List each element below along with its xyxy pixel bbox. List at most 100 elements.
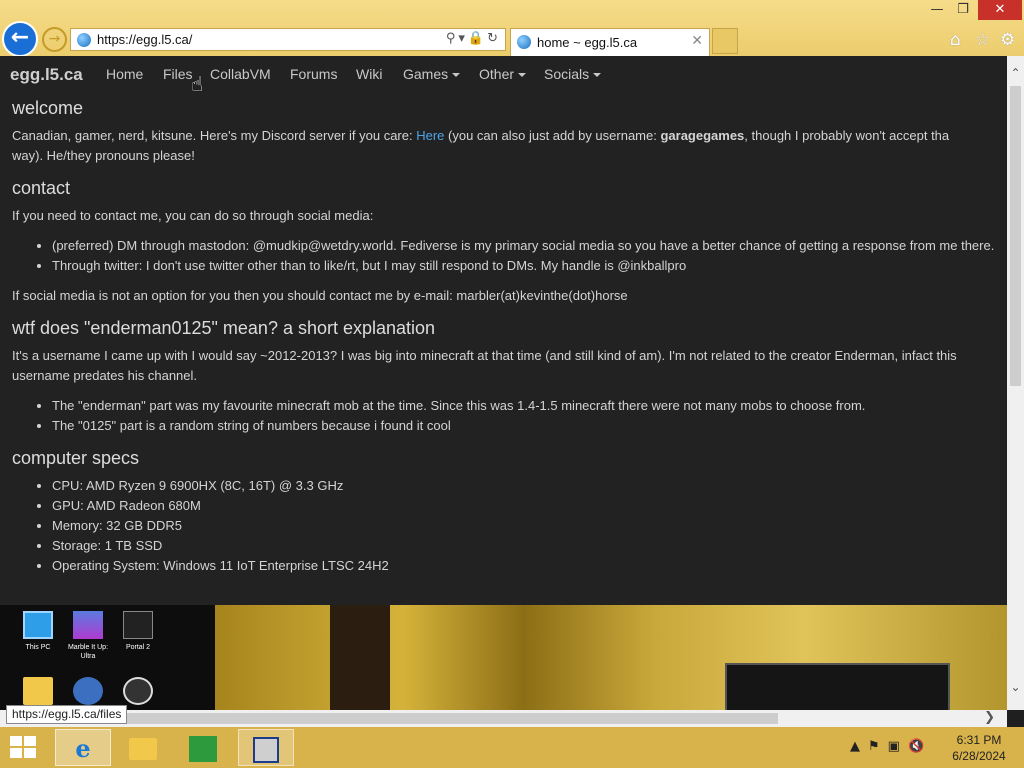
close-window-button[interactable]: ✕	[978, 0, 1022, 20]
tab-home[interactable]: home ~ egg.l5.ca ✕	[510, 28, 710, 56]
clock-time: 6:31 PM	[956, 733, 1002, 747]
specs-heading: computer specs	[12, 448, 140, 468]
store-icon	[189, 735, 217, 762]
folder-icon	[129, 737, 157, 760]
dropdown-icon[interactable]: ▾	[458, 31, 468, 46]
wtf-heading: wtf does "enderman0125" mean? a short ex…	[12, 318, 436, 338]
desktop-icon-label: Marble It Up: Ultra	[67, 644, 109, 660]
minimize-button[interactable]: —	[924, 0, 950, 20]
gear-icon[interactable]: ⚙	[1000, 30, 1015, 50]
horizontal-scrollbar[interactable]: ❯	[0, 710, 1007, 727]
list-item: (preferred) DM through mastodon: @mudkip…	[52, 236, 995, 256]
nav-games[interactable]: Games	[403, 66, 460, 82]
nav-collabvm[interactable]: CollabVM	[210, 66, 271, 82]
installer-icon	[253, 736, 279, 763]
folder-icon	[23, 677, 53, 705]
specs-list: CPU: AMD Ryzen 9 6900HX (8C, 16T) @ 3.3 …	[52, 476, 995, 576]
windows-logo-icon	[24, 748, 36, 758]
welcome-heading: welcome	[12, 98, 84, 118]
taskbar-file-explorer[interactable]	[115, 729, 171, 766]
nav-socials[interactable]: Socials	[544, 66, 601, 82]
windows-logo-icon	[10, 736, 22, 746]
desktop-icon-label: This PC	[25, 644, 51, 651]
nav-other-label: Other	[479, 66, 515, 82]
star-icon[interactable]: ☆	[975, 30, 990, 50]
taskbar-internet-explorer[interactable]: e	[55, 729, 111, 766]
contact-heading: contact	[12, 178, 71, 198]
home-icon[interactable]: ⌂	[950, 30, 961, 50]
discord-username: garagegames	[660, 128, 745, 143]
scroll-down-icon[interactable]: ⌄	[1007, 680, 1024, 694]
list-item: CPU: AMD Ryzen 9 6900HX (8C, 16T) @ 3.3 …	[52, 476, 995, 496]
tab-globe-icon	[517, 35, 531, 49]
welcome-text: Canadian, gamer, nerd, kitsune. Here's m…	[12, 126, 995, 166]
status-url-tooltip: https://egg.l5.ca/files	[6, 705, 128, 724]
welcome-text-2: (you can also just add by username:	[444, 128, 661, 143]
address-bar[interactable]: https://egg.l5.ca/ ⚲▾🔒↻	[70, 28, 506, 51]
start-button[interactable]	[10, 736, 38, 760]
nav-other[interactable]: Other	[479, 66, 526, 82]
network-icon[interactable]: ▣	[888, 739, 908, 754]
browser-chrome: — ❐ ✕ ← → https://egg.l5.ca/ ⚲▾🔒↻ home ~…	[0, 0, 1024, 57]
wallpaper-monitor	[725, 663, 950, 710]
nav-games-label: Games	[403, 66, 449, 82]
taskbar-store[interactable]	[175, 729, 231, 766]
nav-forums[interactable]: Forums	[290, 66, 337, 82]
lock-icon[interactable]: 🔒	[468, 31, 487, 46]
windows-logo-icon	[10, 748, 22, 758]
taskbar-setup-app[interactable]	[238, 729, 294, 766]
wallpaper-shadow	[330, 605, 390, 710]
welcome-text-3: , though I probably won't accept tha	[744, 128, 950, 143]
restore-button[interactable]: ❐	[950, 0, 976, 20]
site-navbar: egg.l5.ca Home Files CollabVM Forums Wik…	[0, 56, 1007, 90]
system-tray[interactable]: ▲⚑▣🔇	[850, 739, 932, 754]
forward-button[interactable]: →	[42, 27, 67, 52]
nav-socials-label: Socials	[544, 66, 590, 82]
computer-icon	[23, 611, 53, 639]
nav-files[interactable]: Files	[163, 66, 193, 82]
tab-close-icon[interactable]: ✕	[691, 33, 703, 49]
contact-list: (preferred) DM through mastodon: @mudkip…	[52, 236, 995, 276]
flag-icon[interactable]: ⚑	[868, 739, 888, 754]
desktop-icon-label: Portal 2	[125, 644, 151, 651]
internet-explorer-icon: e	[75, 734, 91, 763]
address-text[interactable]: https://egg.l5.ca/	[97, 32, 192, 47]
welcome-text-4: way). He/they pronouns please!	[12, 148, 195, 163]
nav-home[interactable]: Home	[106, 66, 143, 82]
site-brand[interactable]: egg.l5.ca	[10, 65, 83, 85]
portal-2-icon	[123, 611, 153, 639]
back-button[interactable]: ←	[2, 21, 38, 57]
volume-muted-icon[interactable]: 🔇	[908, 739, 932, 754]
site-globe-icon	[77, 33, 91, 47]
new-tab-button[interactable]	[712, 28, 738, 54]
contact-intro: If you need to contact me, you can do so…	[12, 208, 374, 223]
taskbar: e ▲⚑▣🔇 6:31 PM 6/28/2024	[0, 727, 1024, 768]
desktop-icon-portal-2[interactable]: Portal 2	[112, 611, 164, 652]
clock[interactable]: 6:31 PM 6/28/2024	[944, 732, 1014, 764]
scroll-right-icon[interactable]: ❯	[984, 710, 995, 725]
scroll-up-icon[interactable]: ⌃	[1007, 66, 1024, 80]
web-page: egg.l5.ca Home Files CollabVM Forums Wik…	[0, 56, 1007, 605]
vertical-scrollbar[interactable]: ⌃ ⌄	[1007, 56, 1024, 710]
list-item: The "0125" part is a random string of nu…	[52, 416, 995, 436]
game-icon	[123, 677, 153, 705]
list-item: Storage: 1 TB SSD	[52, 536, 995, 556]
nav-wiki[interactable]: Wiki	[356, 66, 382, 82]
discord-link[interactable]: Here	[416, 128, 444, 143]
list-item: Through twitter: I don't use twitter oth…	[52, 256, 995, 276]
desktop-icon-marble-it-up[interactable]: Marble It Up: Ultra	[62, 611, 114, 661]
desktop-icon-this-pc[interactable]: This PC	[12, 611, 64, 652]
scrollbar-thumb[interactable]	[1010, 86, 1021, 386]
refresh-icon[interactable]: ↻	[487, 31, 501, 46]
list-item: Memory: 32 GB DDR5	[52, 516, 995, 536]
clock-date: 6/28/2024	[952, 749, 1006, 763]
windows-logo-icon	[24, 736, 36, 746]
address-actions[interactable]: ⚲▾🔒↻	[446, 31, 501, 46]
show-hidden-icons-icon[interactable]: ▲	[850, 739, 868, 754]
search-icon[interactable]: ⚲	[446, 31, 459, 46]
tab-title: home ~ egg.l5.ca	[537, 35, 638, 50]
list-item: GPU: AMD Radeon 680M	[52, 496, 995, 516]
scrollbar-thumb[interactable]	[30, 713, 778, 724]
wtf-list: The "enderman" part was my favourite min…	[52, 396, 995, 436]
marble-it-up-icon	[73, 611, 103, 639]
